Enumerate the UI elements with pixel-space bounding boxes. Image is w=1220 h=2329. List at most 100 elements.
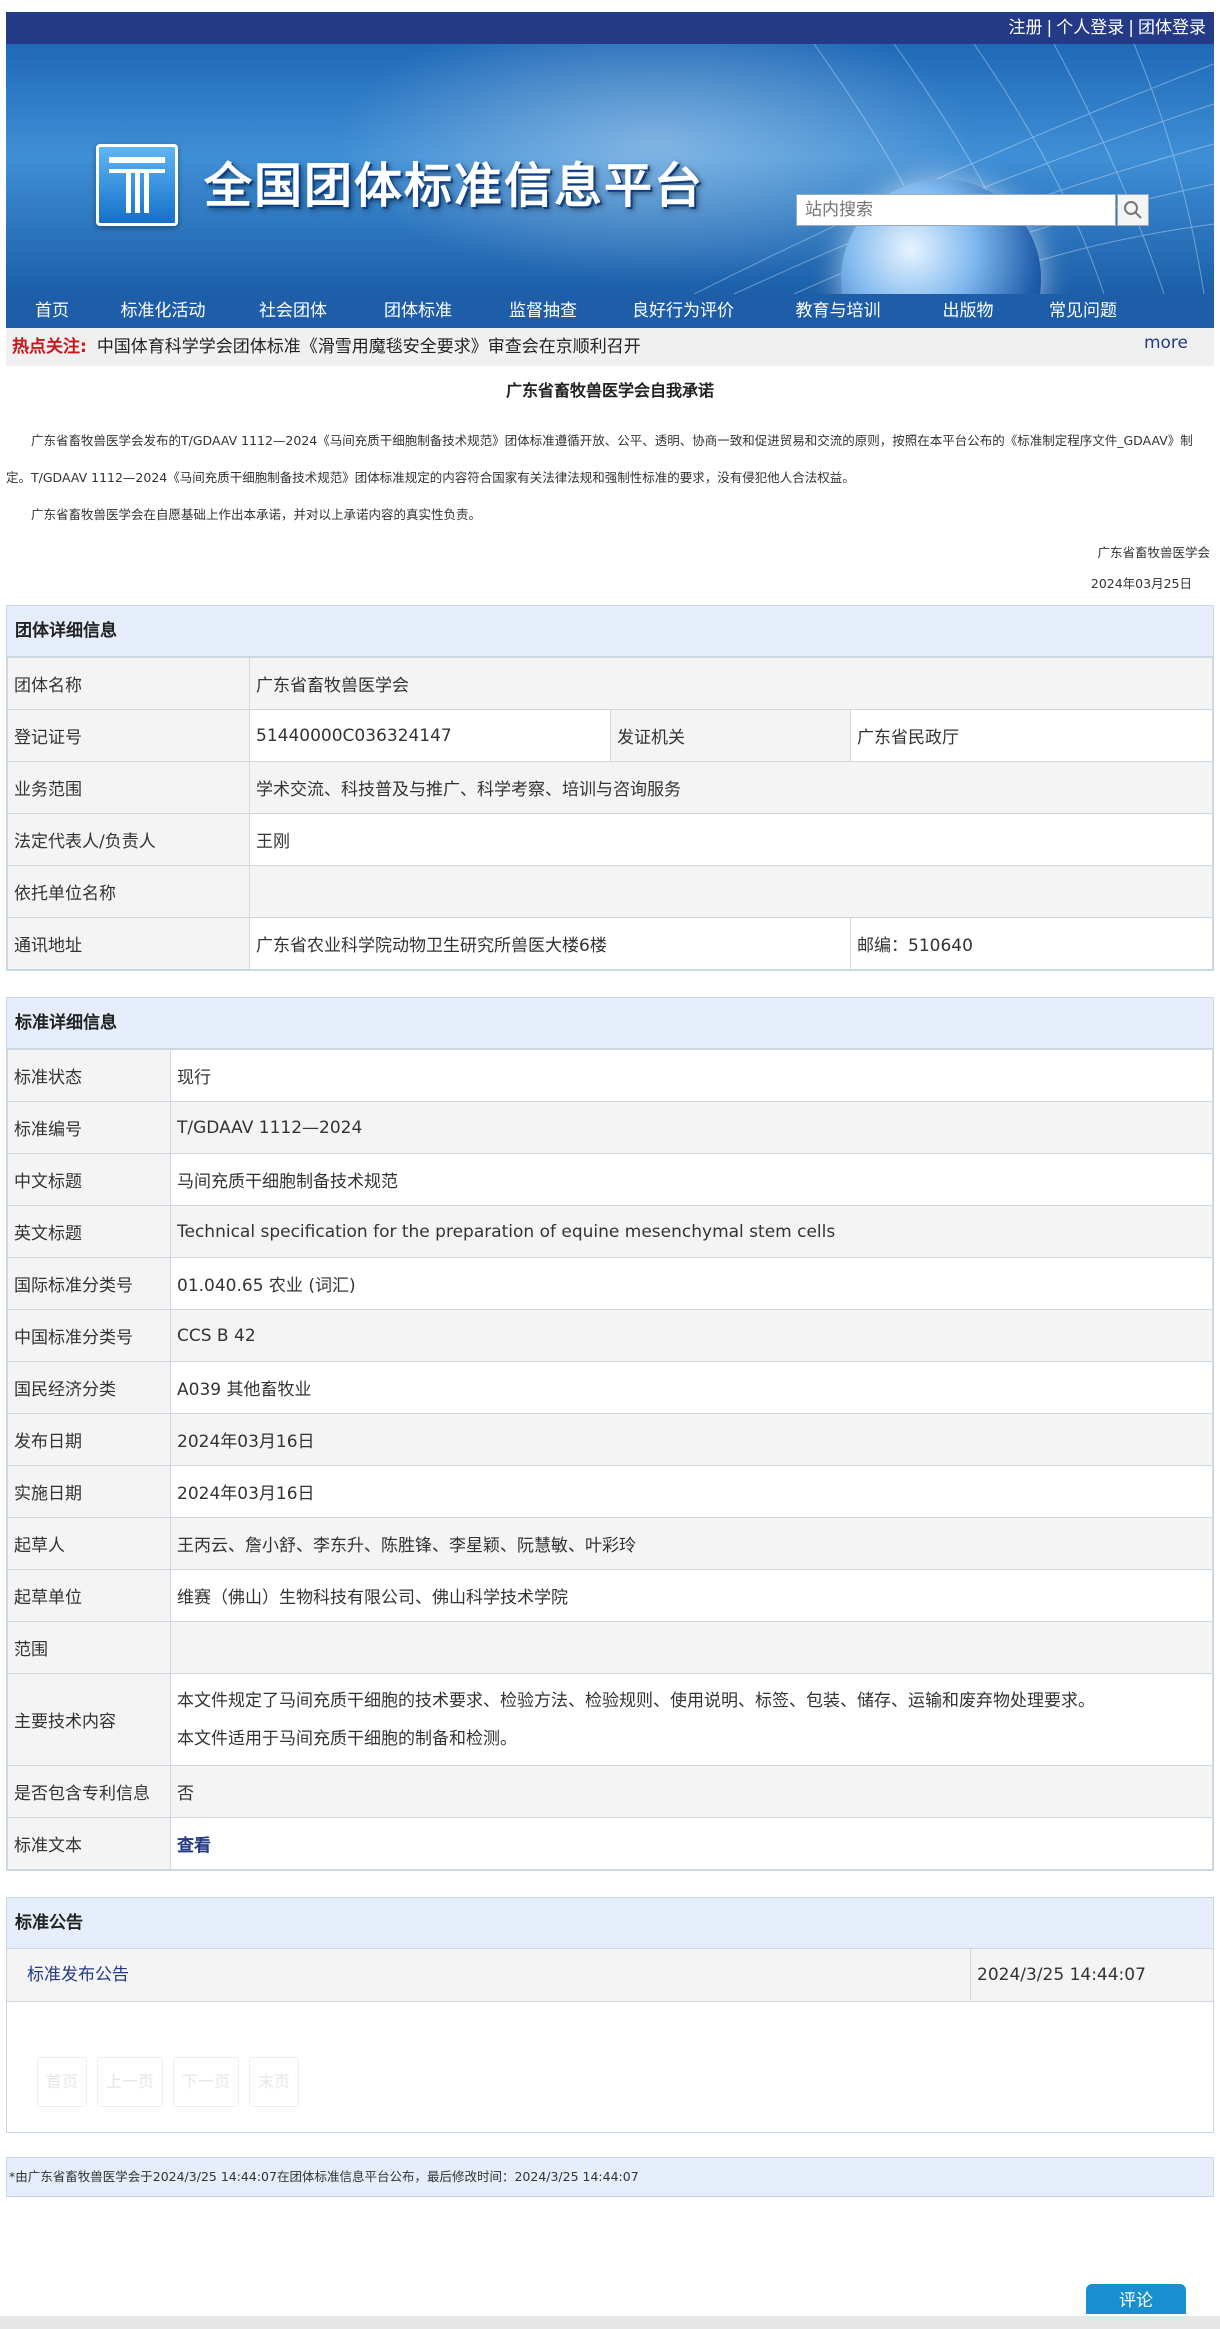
table-row: 是否包含专利信息否 (7, 1765, 1213, 1818)
standard-text-label: 标准文本 (7, 1817, 171, 1870)
chinese-title-value: 马间充质干细胞制备技术规范 (170, 1153, 1213, 1206)
nav-item-standardization[interactable]: 标准化活动 (98, 294, 228, 328)
last-page-button[interactable]: 末页 (249, 2057, 299, 2107)
announcement-time: 2024/3/25 14:44:07 (977, 1965, 1146, 1985)
nav-item-faq[interactable]: 常见问题 (1018, 294, 1148, 328)
business-scope-label: 业务范围 (7, 761, 250, 814)
table-row: 国民经济分类 A039 其他畜牧业 (7, 1361, 1213, 1414)
platform-logo-icon (96, 144, 178, 226)
hot-news-link[interactable]: 中国体育科学学会团体标准《滑雪用魔毯安全要求》审查会在京顺利召开 (97, 337, 641, 357)
postcode-value: 邮编：510640 (850, 917, 1213, 970)
personal-login-link[interactable]: 个人登录 (1056, 18, 1124, 38)
english-title-label: 英文标题 (7, 1205, 171, 1258)
org-info-table: 团体名称 广东省畜牧兽医学会 登记证号 51440000C036324147 发… (7, 657, 1213, 970)
address-value: 广东省农业科学院动物卫生研究所兽医大楼6楼 (249, 917, 851, 970)
table-row: 范围 (7, 1621, 1213, 1674)
first-page-button[interactable]: 首页 (37, 2057, 87, 2107)
promise-date: 2024年03月25日 (1090, 576, 1192, 591)
economy-class-value: A039 其他畜牧业 (170, 1361, 1213, 1414)
group-login-link[interactable]: 团体登录 (1138, 18, 1206, 38)
separator: | (1046, 18, 1053, 38)
table-row: 起草人 王丙云、詹小舒、李东升、陈胜锋、李星颖、阮慧敏、叶彩玲 (7, 1517, 1213, 1570)
nav-item-publications[interactable]: 出版物 (918, 294, 1018, 328)
chinese-title-label: 中文标题 (7, 1153, 171, 1206)
site-title: 全国团体标准信息平台 (204, 158, 705, 214)
standard-info-panel: 标准详细信息 标准状态 现行 标准编号 T/GDAAV 1112—2024 中文标题… (6, 997, 1214, 1871)
representative-value: 王刚 (249, 813, 1213, 866)
supporting-unit-value (249, 865, 1213, 918)
org-name-value: 广东省畜牧兽医学会 (249, 657, 1213, 710)
table-row: 英文标题 Technical specification for the prep… (7, 1205, 1213, 1258)
table-row: 发布日期 2024年03月16日 (7, 1413, 1213, 1466)
top-bar: 注册 | 个人登录 | 团体登录 (6, 12, 1214, 44)
standard-number-value: T/GDAAV 1112—2024 (170, 1101, 1213, 1154)
table-row: 实施日期 2024年03月16日 (7, 1465, 1213, 1518)
view-text-link[interactable]: 查看 (177, 1836, 211, 1856)
promise-paragraph: 广东省畜牧兽医学会发布的T/GDAAV 1112—2024《马间充质干细胞制备技… (6, 433, 1193, 485)
drafters-label: 起草人 (7, 1517, 171, 1570)
nav-item-inspection[interactable]: 监督抽查 (478, 294, 608, 328)
promise-paragraph: 广东省畜牧兽医学会在自愿基础上作出本承诺，并对以上承诺内容的真实性负责。 (31, 507, 482, 522)
hot-news-bar: 热点关注: 中国体育科学学会团体标准《滑雪用魔毯安全要求》审查会在京顺利召开 mo… (6, 328, 1214, 366)
status-value: 现行 (170, 1049, 1213, 1102)
ccs-value: CCS B 42 (170, 1309, 1213, 1362)
more-link[interactable]: more (1144, 324, 1188, 362)
table-row: 业务范围 学术交流、科技普及与推广、科学考察、培训与咨询服务 (7, 761, 1213, 814)
effective-date-value: 2024年03月16日 (170, 1465, 1213, 1518)
drafters-value: 王丙云、詹小舒、李东升、陈胜锋、李星颖、阮慧敏、叶彩玲 (170, 1517, 1213, 1570)
table-row: 中文标题 马间充质干细胞制备技术规范 (7, 1153, 1213, 1206)
comment-button[interactable]: 评论 (1086, 2284, 1186, 2314)
ccs-label: 中国标准分类号 (7, 1309, 171, 1362)
nav-item-group-standards[interactable]: 团体标准 (358, 294, 478, 328)
register-link[interactable]: 注册 (1009, 18, 1043, 38)
search-icon (1124, 201, 1142, 219)
supporting-unit-label: 依托单位名称 (7, 865, 250, 918)
announcement-panel: 标准公告 标准发布公告 2024/3/25 14:44:07 首页 上一页 下一… (6, 1897, 1214, 2133)
patent-value: 否 (170, 1765, 1213, 1818)
org-info-panel: 团体详细信息 团体名称 广东省畜牧兽医学会 登记证号 51440000C0363… (6, 605, 1214, 971)
table-row: 登记证号 51440000C036324147 发证机关 广东省民政厅 (7, 709, 1213, 762)
business-scope-value: 学术交流、科技普及与推广、科学考察、培训与咨询服务 (249, 761, 1213, 814)
table-row: 标准编号 T/GDAAV 1112—2024 (7, 1101, 1213, 1154)
ics-value: 01.040.65 农业 (词汇) (170, 1257, 1213, 1310)
drafting-units-value: 维赛（佛山）生物科技有限公司、佛山科学技术学院 (170, 1569, 1213, 1622)
drafting-units-label: 起草单位 (7, 1569, 171, 1622)
header-banner: 全国团体标准信息平台 (6, 44, 1214, 294)
nav-item-education[interactable]: 教育与培训 (758, 294, 918, 328)
standard-text-cell: 查看 (170, 1817, 1213, 1870)
status-label: 标准状态 (7, 1049, 171, 1102)
list-item: 标准发布公告 2024/3/25 14:44:07 (7, 1949, 1213, 2002)
prev-page-button[interactable]: 上一页 (97, 2057, 163, 2107)
announcement-link[interactable]: 标准发布公告 (7, 1949, 971, 2001)
standard-info-heading: 标准详细信息 (7, 998, 1213, 1049)
promise-signer: 广东省畜牧兽医学会 (1097, 545, 1210, 560)
table-row: 通讯地址 广东省农业科学院动物卫生研究所兽医大楼6楼 邮编：510640 (7, 917, 1213, 970)
table-row: 起草单位 维赛（佛山）生物科技有限公司、佛山科学技术学院 (7, 1569, 1213, 1622)
representative-label: 法定代表人/负责人 (7, 813, 250, 866)
effective-date-label: 实施日期 (7, 1465, 171, 1518)
table-row: 团体名称 广东省畜牧兽医学会 (7, 657, 1213, 710)
economy-class-label: 国民经济分类 (7, 1361, 171, 1414)
nav-item-evaluation[interactable]: 良好行为评价 (608, 294, 758, 328)
table-row: 中国标准分类号 CCS B 42 (7, 1309, 1213, 1362)
main-nav: 首页 标准化活动 社会团体 团体标准 监督抽查 良好行为评价 教育与培训 出版物… (6, 294, 1214, 328)
pagination: 首页 上一页 下一页 末页 (7, 2002, 1213, 2132)
patent-label: 是否包含专利信息 (7, 1765, 171, 1818)
org-name-label: 团体名称 (7, 657, 250, 710)
promise-title: 广东省畜牧兽医学会自我承诺 (505, 381, 714, 400)
address-label: 通讯地址 (7, 917, 250, 970)
search-input[interactable] (796, 194, 1116, 226)
nav-item-organizations[interactable]: 社会团体 (228, 294, 358, 328)
next-page-button[interactable]: 下一页 (173, 2057, 239, 2107)
search-button[interactable] (1117, 194, 1149, 226)
tech-content-line: 本文件适用于马间充质干细胞的制备和检测。 (177, 1728, 517, 1749)
table-row: 标准文本 查看 (7, 1817, 1213, 1870)
tech-content-label: 主要技术内容 (7, 1673, 171, 1766)
tech-content-value: 本文件规定了马间充质干细胞的技术要求、检验方法、检验规则、使用说明、标签、包装、… (170, 1673, 1213, 1766)
nav-item-home[interactable]: 首页 (6, 294, 98, 328)
table-row: 主要技术内容 本文件规定了马间充质干细胞的技术要求、检验方法、检验规则、使用说明… (7, 1673, 1213, 1766)
announcement-heading: 标准公告 (7, 1898, 1213, 1949)
standard-number-label: 标准编号 (7, 1101, 171, 1154)
english-title-value: Technical specification for the preparat… (170, 1205, 1213, 1258)
bottom-strip (0, 2316, 1220, 2329)
